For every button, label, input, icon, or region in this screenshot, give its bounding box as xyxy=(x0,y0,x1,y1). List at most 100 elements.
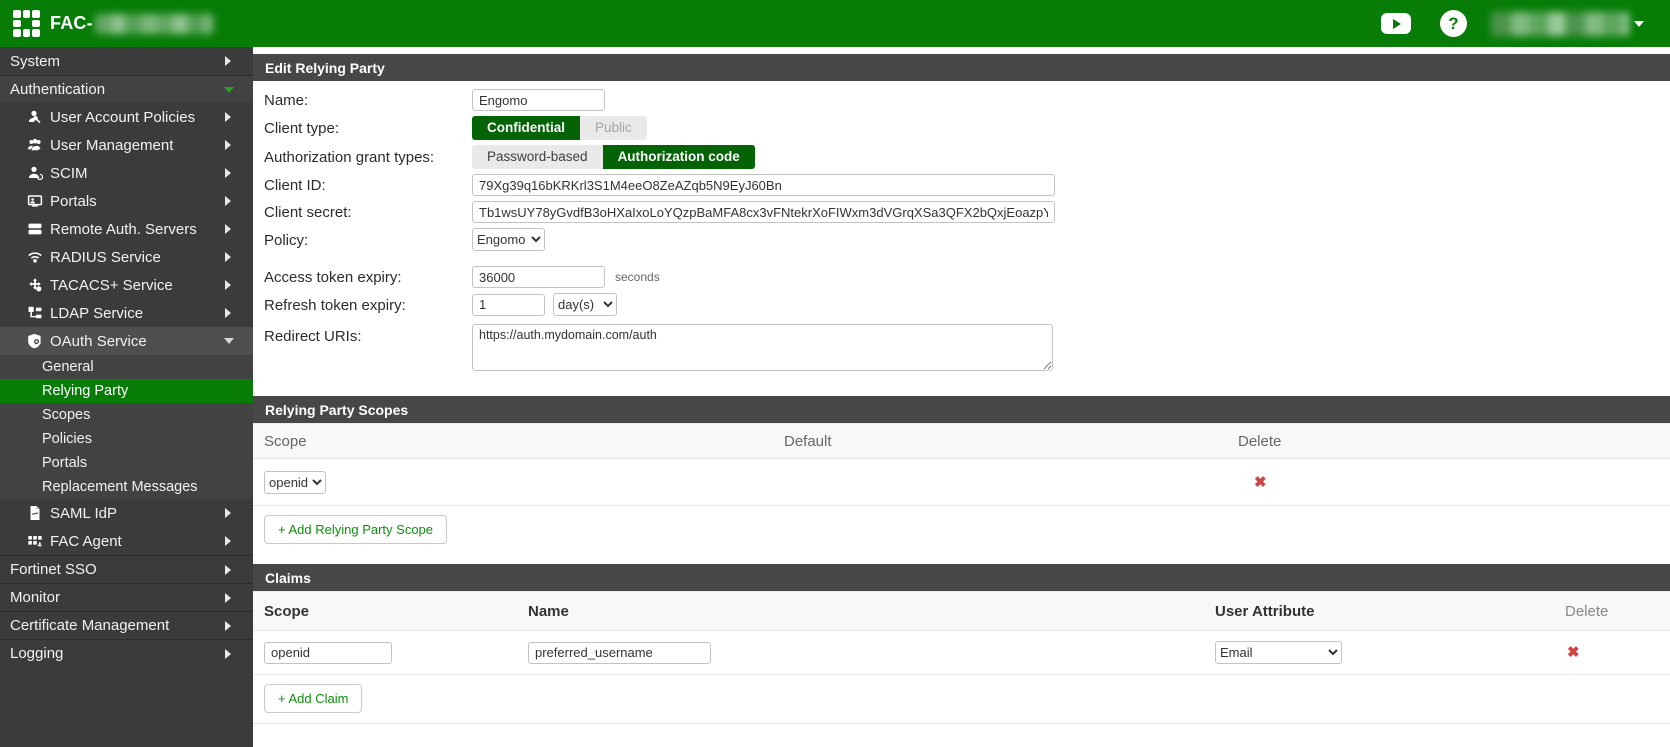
client-type-confidential-button[interactable]: Confidential xyxy=(472,116,580,140)
sidebar-item-certificate-management[interactable]: Certificate Management xyxy=(0,611,253,639)
youtube-icon[interactable] xyxy=(1381,13,1411,34)
oauth-submenu: General Relying Party Scopes Policies Po… xyxy=(0,355,253,499)
claim-name-input[interactable] xyxy=(528,642,711,664)
delete-claim-x-icon[interactable]: ✖ xyxy=(1567,643,1580,661)
chevron-right-icon xyxy=(225,508,231,518)
scopes-table-header: Scope Default Delete xyxy=(253,423,1670,459)
add-claim-row: + Add Claim xyxy=(253,675,1670,722)
page-title: Edit Relying Party xyxy=(253,54,1670,81)
refresh-token-expiry-row: Refresh token expiry: day(s) xyxy=(253,293,1670,316)
chevron-right-icon xyxy=(225,56,231,66)
scopes-header-scope: Scope xyxy=(253,433,784,450)
help-icon[interactable]: ? xyxy=(1440,10,1467,37)
scopes-table-row: openid ✖ xyxy=(253,459,1670,506)
chevron-right-icon xyxy=(225,252,231,262)
sidebar-item-remote-auth-servers[interactable]: Remote Auth. Servers xyxy=(0,215,253,243)
sidebar-item-oauth-service[interactable]: OAuth Service xyxy=(0,327,253,355)
blurred-hostname xyxy=(95,14,213,34)
name-input[interactable] xyxy=(472,89,605,111)
chevron-down-icon xyxy=(1634,21,1644,27)
user-menu[interactable] xyxy=(1491,12,1644,36)
app-window: FAC- ? System Authentication User Accoun… xyxy=(0,0,1670,747)
chevron-right-icon xyxy=(225,649,231,659)
sidebar-item-scim[interactable]: SCIM xyxy=(0,159,253,187)
sidebar-item-ldap-service[interactable]: LDAP Service xyxy=(0,299,253,327)
delete-scope-x-icon[interactable]: ✖ xyxy=(1254,473,1267,491)
client-type-row: Client type: Confidential Public xyxy=(253,116,1670,140)
chevron-down-icon xyxy=(224,87,234,93)
sidebar-item-fortinet-sso[interactable]: Fortinet SSO xyxy=(0,555,253,583)
wifi-icon xyxy=(26,249,43,266)
redirect-uris-row: Redirect URIs: https://auth.mydomain.com… xyxy=(253,324,1670,371)
access-token-expiry-row: Access token expiry: seconds xyxy=(253,266,1670,288)
chevron-right-icon xyxy=(225,308,231,318)
shield-icon xyxy=(26,333,43,350)
sidebar-item-system[interactable]: System xyxy=(0,47,253,75)
chevron-right-icon xyxy=(225,621,231,631)
grant-authorization-code-button[interactable]: Authorization code xyxy=(603,145,755,169)
scopes-section-title: Relying Party Scopes xyxy=(253,396,1670,423)
add-relying-party-scope-button[interactable]: + Add Relying Party Scope xyxy=(264,515,447,544)
main-content: Edit Relying Party Name: Client type: Co… xyxy=(253,47,1670,747)
sidebar-item-saml-idp[interactable]: SAML IdP xyxy=(0,499,253,527)
portal-icon xyxy=(26,193,43,210)
client-secret-input[interactable] xyxy=(472,201,1055,223)
access-token-expiry-label: Access token expiry: xyxy=(264,268,472,286)
sidebar-item-replacement-messages[interactable]: Replacement Messages xyxy=(0,475,253,499)
sidebar-item-oauth-portals[interactable]: Portals xyxy=(0,451,253,475)
sidebar-item-policies[interactable]: Policies xyxy=(0,427,253,451)
grant-password-based-button[interactable]: Password-based xyxy=(472,145,603,169)
sidebar-item-fac-agent[interactable]: FAC Agent xyxy=(0,527,253,555)
sidebar-item-portals[interactable]: Portals xyxy=(0,187,253,215)
claims-header-delete: Delete xyxy=(1565,603,1670,620)
scopes-header-delete: Delete xyxy=(1238,433,1670,450)
user-sync-icon xyxy=(26,165,43,182)
sidebar-item-authentication[interactable]: Authentication xyxy=(0,75,253,103)
sidebar-item-monitor[interactable]: Monitor xyxy=(0,583,253,611)
redirect-uris-label: Redirect URIs: xyxy=(264,324,472,345)
sidebar-item-tacacs-service[interactable]: TACACS+ Service xyxy=(0,271,253,299)
users-icon xyxy=(26,137,43,154)
grant-types-row: Authorization grant types: Password-base… xyxy=(253,145,1670,169)
sidebar-item-scopes[interactable]: Scopes xyxy=(0,403,253,427)
policy-select[interactable]: Engomo xyxy=(472,228,545,251)
sidebar-item-user-management[interactable]: User Management xyxy=(0,131,253,159)
chevron-right-icon xyxy=(225,593,231,603)
client-id-input[interactable] xyxy=(472,174,1055,196)
refresh-token-expiry-input[interactable] xyxy=(472,294,545,316)
claims-header-user-attribute: User Attribute xyxy=(1215,603,1565,620)
refresh-token-expiry-label: Refresh token expiry: xyxy=(264,296,472,314)
seconds-suffix: seconds xyxy=(615,270,660,284)
claims-header-name: Name xyxy=(528,603,1215,620)
client-id-label: Client ID: xyxy=(264,176,472,194)
tree-icon xyxy=(26,305,43,322)
cross-arrows-icon xyxy=(26,277,43,294)
claim-scope-input[interactable] xyxy=(264,642,392,664)
client-type-segmented: Confidential Public xyxy=(472,116,647,140)
chevron-right-icon xyxy=(225,224,231,234)
user-wrench-icon xyxy=(26,109,43,126)
redirect-uris-textarea[interactable]: https://auth.mydomain.com/auth xyxy=(472,324,1053,371)
blurred-username xyxy=(1491,12,1629,36)
chevron-right-icon xyxy=(225,196,231,206)
client-type-public-button[interactable]: Public xyxy=(580,116,647,140)
client-secret-label: Client secret: xyxy=(264,203,472,221)
brand-text: FAC- xyxy=(50,13,93,34)
sidebar-item-logging[interactable]: Logging xyxy=(0,639,253,667)
chevron-right-icon xyxy=(225,168,231,178)
refresh-token-unit-select[interactable]: day(s) xyxy=(553,293,617,316)
claims-table-header: Scope Name User Attribute Delete xyxy=(253,591,1670,631)
sidebar-item-general[interactable]: General xyxy=(0,355,253,379)
add-claim-button[interactable]: + Add Claim xyxy=(264,684,362,713)
grant-types-label: Authorization grant types: xyxy=(264,148,472,166)
claim-user-attribute-select[interactable]: Email xyxy=(1215,641,1342,664)
sidebar-item-radius-service[interactable]: RADIUS Service xyxy=(0,243,253,271)
servers-icon xyxy=(26,221,43,238)
grant-types-segmented: Password-based Authorization code xyxy=(472,145,755,169)
sidebar-item-user-account-policies[interactable]: User Account Policies xyxy=(0,103,253,131)
sidebar-item-relying-party[interactable]: Relying Party xyxy=(0,379,253,403)
form-footer: Save Cancel xyxy=(253,723,1670,747)
access-token-expiry-input[interactable] xyxy=(472,266,605,288)
scope-select[interactable]: openid xyxy=(264,471,326,494)
add-scope-row: + Add Relying Party Scope xyxy=(253,506,1670,553)
